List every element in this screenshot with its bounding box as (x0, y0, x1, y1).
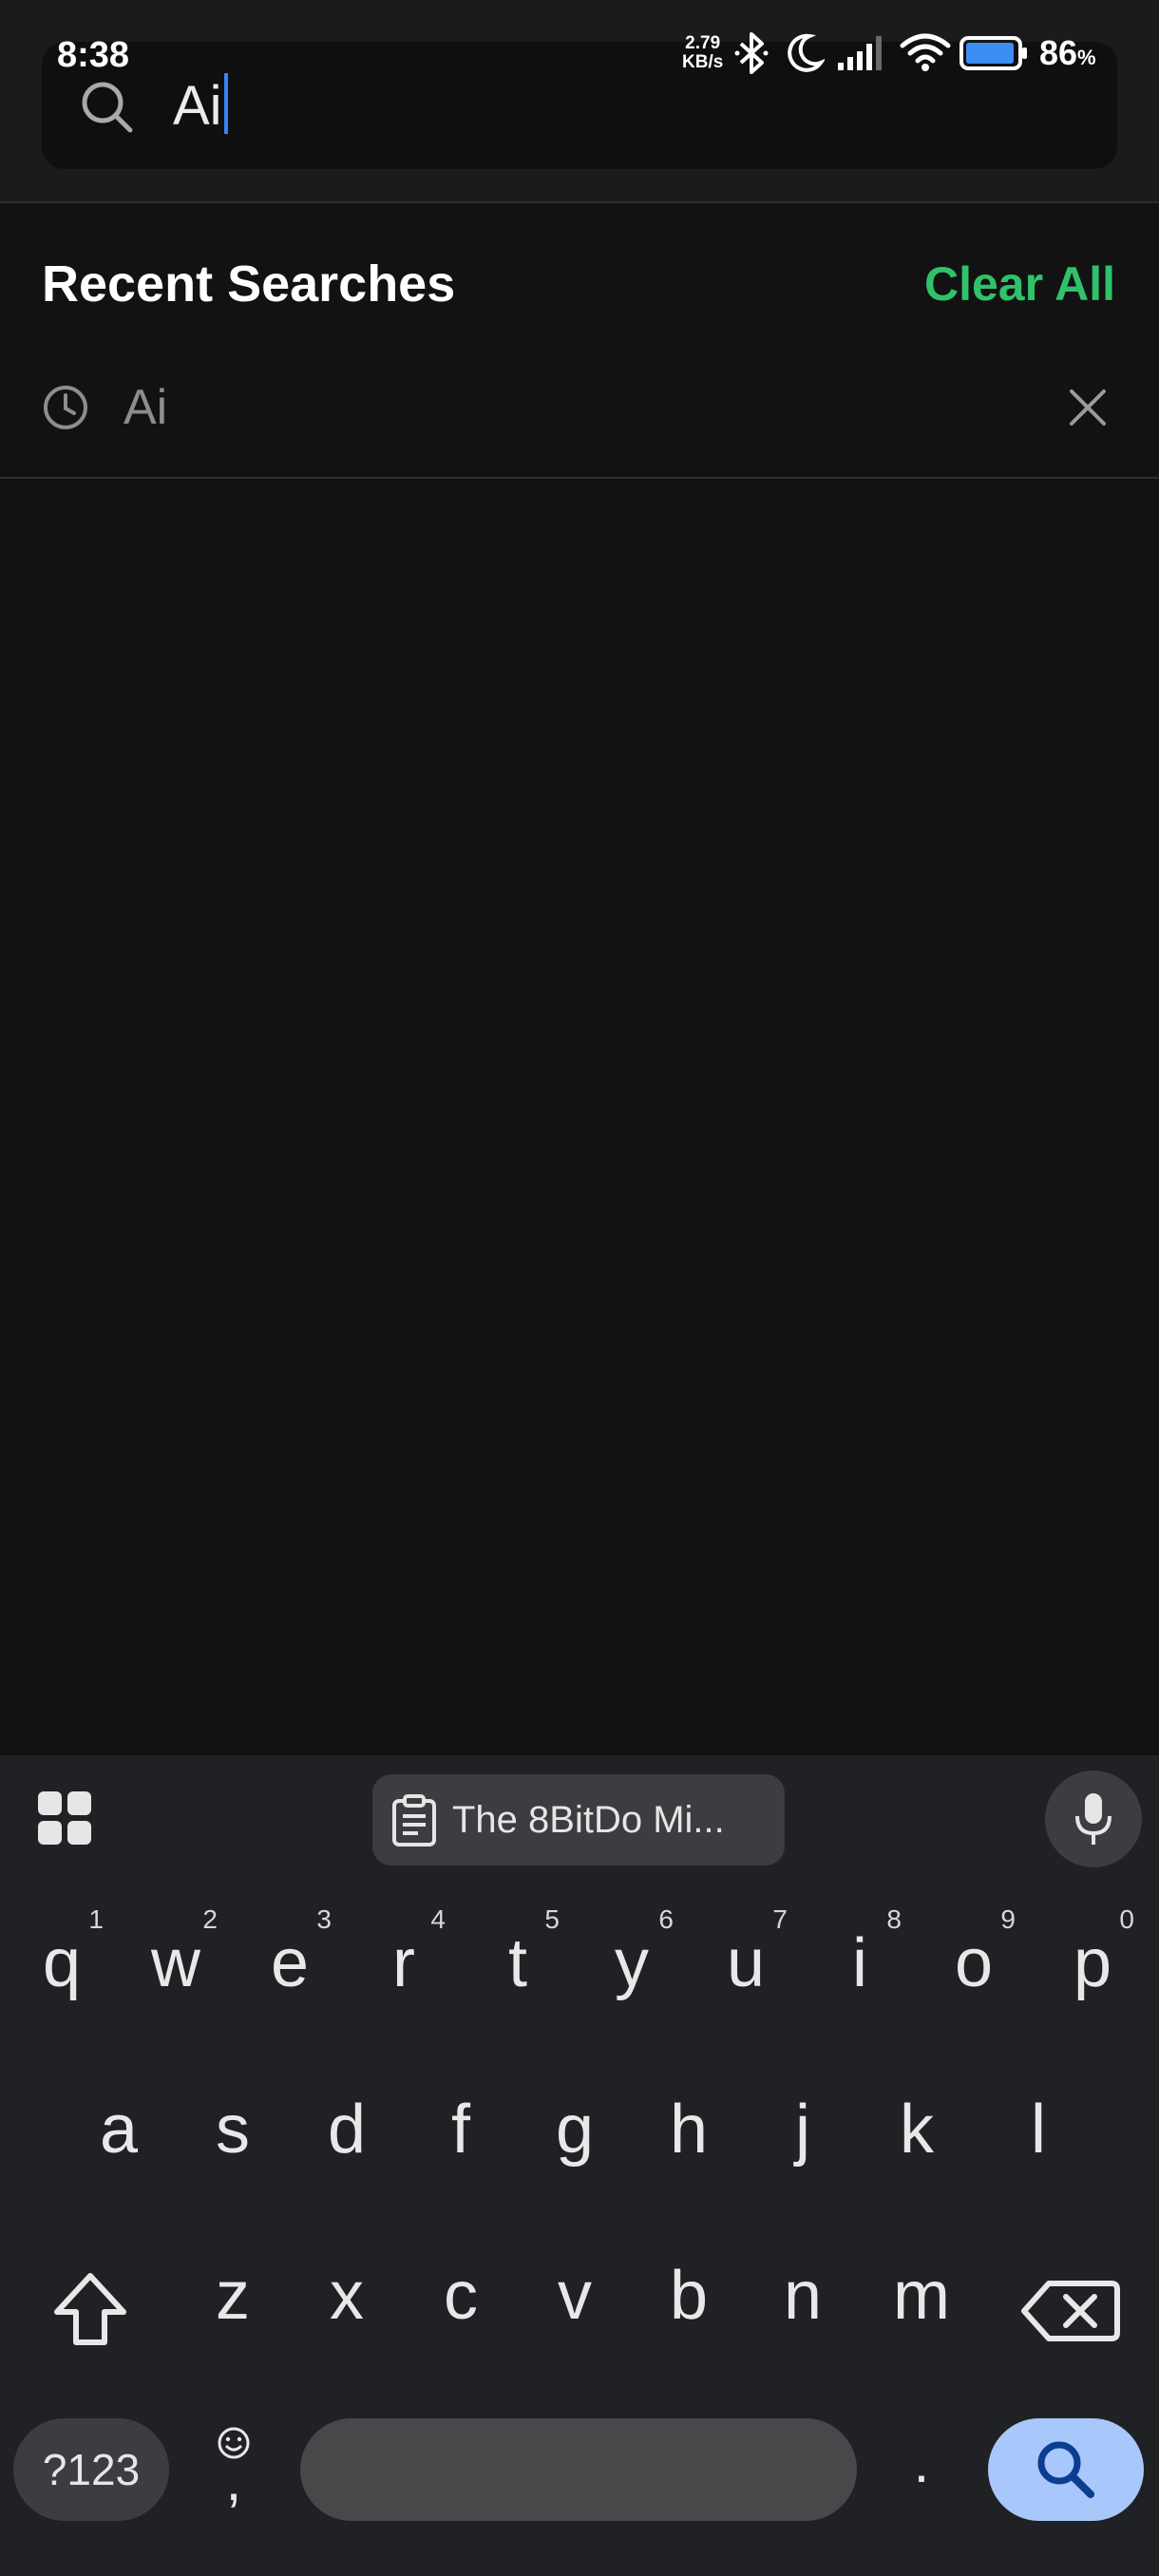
key-u[interactable]: u7 (689, 1898, 803, 2040)
key-t[interactable]: t5 (461, 1898, 575, 2040)
clock-icon (44, 386, 87, 429)
key-y[interactable]: y6 (575, 1898, 689, 2040)
on-screen-keyboard: The 8BitDo Mi... q1 w2 e3 r4 t5 y6 u7 i8… (0, 1755, 1159, 2576)
key-e[interactable]: e3 (233, 1898, 347, 2040)
key-o[interactable]: o9 (917, 1898, 1031, 2040)
key-char: s (216, 2092, 250, 2168)
key-hint: 5 (544, 1904, 560, 1934)
emoji-comma-key[interactable]: , (196, 2420, 272, 2525)
key-char: m (893, 2258, 950, 2334)
key-j[interactable]: j (746, 2064, 860, 2207)
key-char: f (450, 2092, 470, 2168)
network-speed-unit: KB/s (682, 52, 724, 72)
network-speed-value: 2.79 (685, 33, 721, 53)
key-n[interactable]: n (746, 2230, 860, 2373)
recent-search-label: Ai (124, 380, 168, 435)
clipboard-suggestion-text: The 8BitDo Mi... (452, 1799, 725, 1841)
backspace-icon[interactable] (1013, 2259, 1127, 2363)
key-w[interactable]: w2 (119, 1898, 233, 2040)
space-key[interactable] (300, 2418, 857, 2521)
recent-search-item[interactable]: Ai (0, 355, 1159, 479)
key-g[interactable]: g (518, 2064, 632, 2207)
key-char: b (669, 2258, 709, 2334)
apps-grid-icon[interactable] (36, 1790, 93, 1847)
shift-icon[interactable] (38, 2259, 142, 2363)
search-header: Ai (0, 0, 1159, 203)
key-p[interactable]: p0 (1036, 1898, 1150, 2040)
key-char: j (795, 2092, 810, 2168)
key-hint: 4 (430, 1904, 446, 1934)
recent-searches-title: Recent Searches (42, 256, 456, 313)
signal-icon (838, 36, 882, 70)
key-char: v (558, 2258, 592, 2334)
key-char: x (330, 2258, 364, 2334)
key-char: g (555, 2092, 595, 2168)
key-hint: 2 (202, 1904, 218, 1934)
key-x[interactable]: x (290, 2230, 404, 2373)
key-v[interactable]: v (518, 2230, 632, 2373)
voice-input-button[interactable] (1045, 1771, 1142, 1867)
search-query-value: Ai (173, 75, 222, 137)
search-action-key[interactable] (988, 2418, 1144, 2521)
key-hint: 1 (88, 1904, 104, 1934)
close-icon[interactable] (1062, 382, 1113, 433)
key-i[interactable]: i8 (803, 1898, 917, 2040)
key-char: k (900, 2092, 934, 2168)
key-d[interactable]: d (290, 2064, 404, 2207)
key-char: h (669, 2092, 709, 2168)
search-query-text[interactable]: Ai (173, 68, 228, 144)
text-caret (223, 73, 228, 134)
key-hint: 8 (886, 1904, 902, 1934)
symbols-key[interactable]: ?123 (13, 2418, 169, 2521)
key-q[interactable]: q1 (5, 1898, 119, 2040)
battery-percent-sign: % (1077, 46, 1096, 69)
key-hint: 7 (772, 1904, 788, 1934)
clipboard-icon (392, 1794, 436, 1847)
key-hint: 6 (658, 1904, 674, 1934)
key-char: a (99, 2092, 139, 2168)
key-k[interactable]: k (860, 2064, 974, 2207)
clipboard-suggestion-chip[interactable]: The 8BitDo Mi... (372, 1774, 785, 1866)
key-char: c (444, 2258, 478, 2334)
key-l[interactable]: l (981, 2064, 1095, 2207)
key-h[interactable]: h (632, 2064, 746, 2207)
key-hint: 0 (1119, 1904, 1134, 1934)
comma-char: , (225, 2449, 242, 2512)
search-key-icon (1037, 2441, 1094, 2498)
battery-percent: 86% (1039, 32, 1096, 79)
key-r[interactable]: r4 (347, 1898, 461, 2040)
key-char: z (216, 2258, 250, 2334)
network-speed: 2.79 KB/s (682, 34, 723, 72)
key-f[interactable]: f (404, 2064, 518, 2207)
key-b[interactable]: b (632, 2230, 746, 2373)
key-hint: 9 (1000, 1904, 1016, 1934)
moon-icon (788, 33, 825, 72)
battery-percent-value: 86 (1039, 33, 1078, 72)
key-s[interactable]: s (176, 2064, 290, 2207)
key-char: l (1031, 2092, 1046, 2168)
key-hint: 3 (316, 1904, 332, 1934)
clear-all-button[interactable]: Clear All (912, 251, 1115, 317)
microphone-icon (1075, 1793, 1112, 1845)
wifi-icon (900, 33, 951, 71)
key-a[interactable]: a (62, 2064, 176, 2207)
bluetooth-icon (734, 32, 769, 74)
search-icon (82, 82, 133, 133)
status-time: 8:38 (57, 35, 130, 75)
battery-icon (960, 36, 1027, 70)
key-char: d (327, 2092, 367, 2168)
key-char: n (783, 2258, 823, 2334)
key-c[interactable]: c (404, 2230, 518, 2373)
key-z[interactable]: z (176, 2230, 290, 2373)
key-m[interactable]: m (864, 2230, 978, 2373)
period-key[interactable]: . (884, 2420, 960, 2525)
